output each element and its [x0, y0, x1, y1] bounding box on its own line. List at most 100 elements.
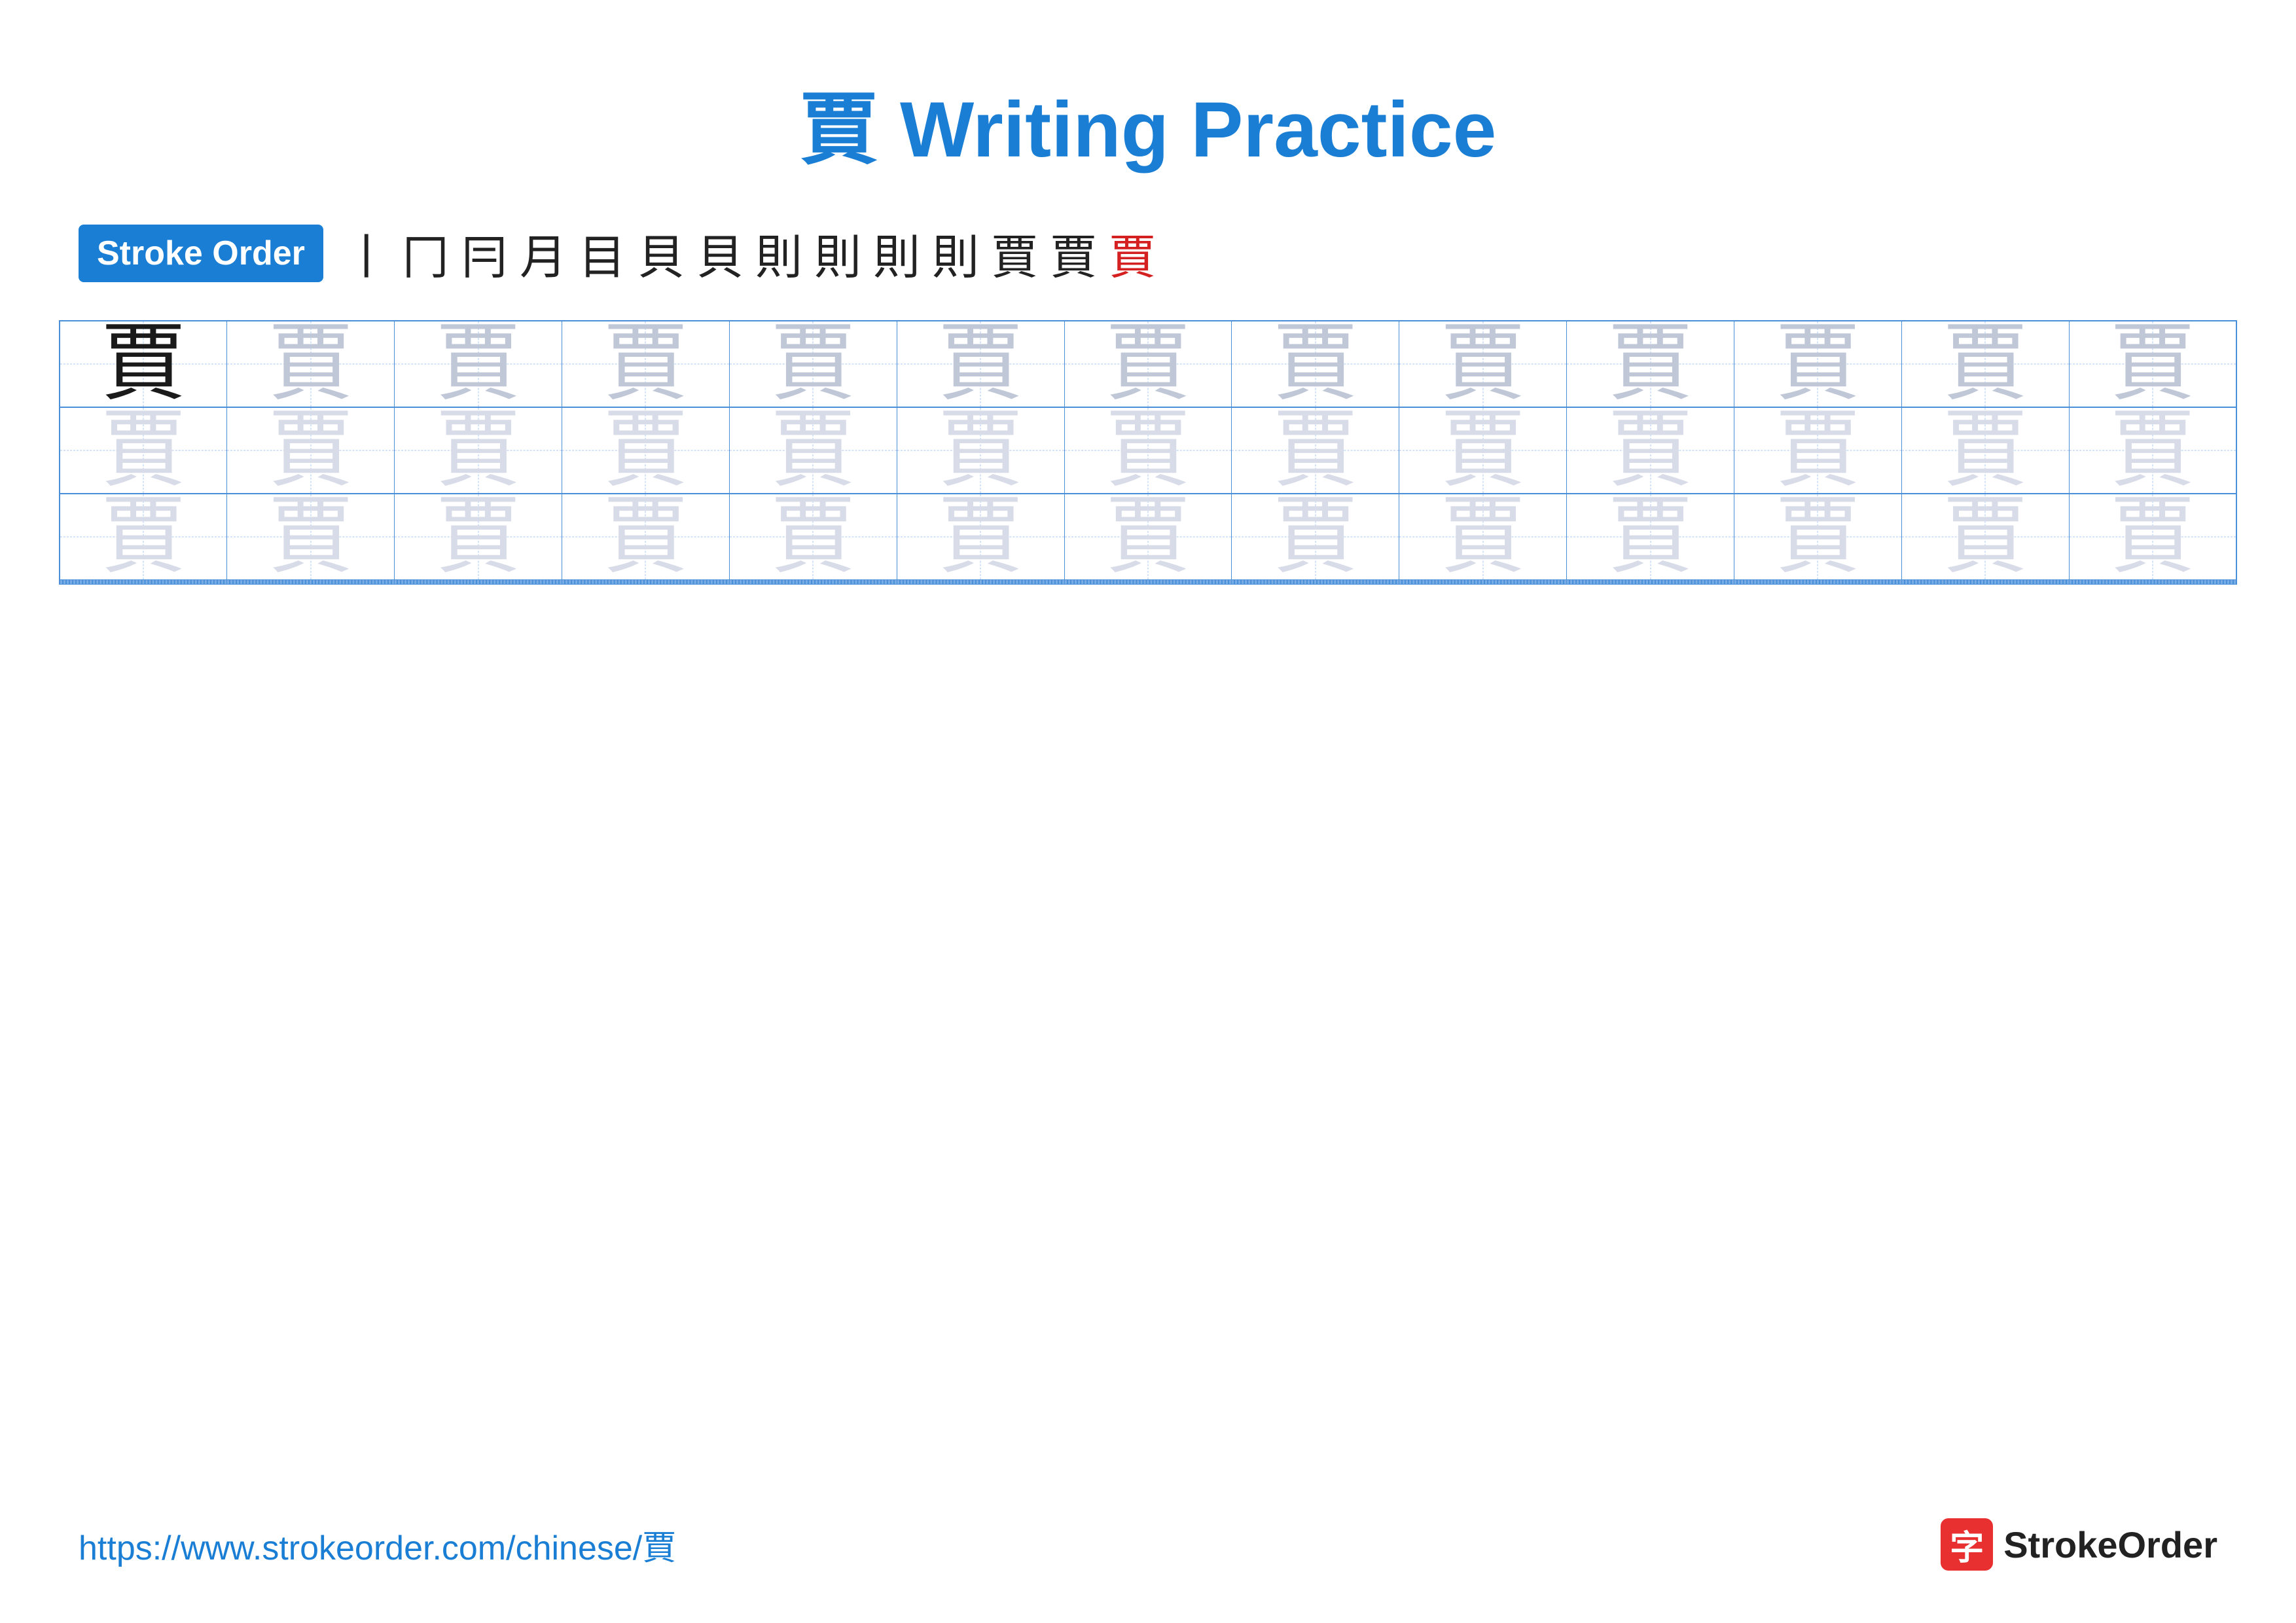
cell-character-2-3: 賈 [603, 490, 688, 584]
cell-character-0-6: 賈 [1105, 317, 1191, 411]
grid-cell-0-4[interactable]: 賈 [729, 321, 897, 407]
stroke-step-8: 則 [814, 219, 861, 287]
footer-url[interactable]: https://www.strokeorder.com/chinese/賈 [79, 1520, 676, 1569]
grid-cell-2-2[interactable]: 賈 [395, 494, 562, 580]
footer: https://www.strokeorder.com/chinese/賈 字 … [79, 1518, 2217, 1571]
grid-cell-1-10[interactable]: 賈 [1734, 407, 1901, 494]
stroke-step-12: 賈 [1050, 219, 1097, 287]
cell-character-1-7: 賈 [1273, 403, 1358, 498]
footer-logo: 字 StrokeOrder [1941, 1518, 2217, 1571]
grid-cell-1-4[interactable]: 賈 [729, 407, 897, 494]
grid-cell-1-1[interactable]: 賈 [227, 407, 395, 494]
stroke-step-4: 目 [579, 219, 626, 287]
title-character: 賈 [800, 86, 878, 173]
grid-cell-2-11[interactable]: 賈 [1901, 494, 2069, 580]
grid-cell-2-10[interactable]: 賈 [1734, 494, 1901, 580]
cell-character-2-4: 賈 [770, 490, 855, 584]
grid-cell-1-5[interactable]: 賈 [897, 407, 1064, 494]
grid-cell-2-5[interactable]: 賈 [897, 494, 1064, 580]
grid-row-0: 賈賈賈賈賈賈賈賈賈賈賈賈賈 [60, 321, 2236, 407]
grid-cell-1-7[interactable]: 賈 [1232, 407, 1399, 494]
cell-character-0-12: 賈 [2110, 317, 2195, 411]
grid-cell-2-1[interactable]: 賈 [227, 494, 395, 580]
stroke-step-6: 貝 [696, 219, 744, 287]
grid-cell-2-9[interactable]: 賈 [1567, 494, 1734, 580]
cell-character-1-8: 賈 [1441, 403, 1526, 498]
cell-character-2-9: 賈 [1608, 490, 1693, 584]
stroke-order-badge: Stroke Order [79, 225, 323, 282]
grid-cell-0-8[interactable]: 賈 [1399, 321, 1567, 407]
cell-character-2-2: 賈 [436, 490, 521, 584]
grid-row-2: 賈賈賈賈賈賈賈賈賈賈賈賈賈 [60, 494, 2236, 580]
cell-character-0-7: 賈 [1273, 317, 1358, 411]
grid-cell-0-1[interactable]: 賈 [227, 321, 395, 407]
practice-grid: 賈賈賈賈賈賈賈賈賈賈賈賈賈賈賈賈賈賈賈賈賈賈賈賈賈賈賈賈賈賈賈賈賈賈賈賈賈賈賈 [59, 320, 2237, 585]
footer-logo-text: StrokeOrder [2003, 1523, 2217, 1566]
cell-character-2-7: 賈 [1273, 490, 1358, 584]
cell-character-0-9: 賈 [1608, 317, 1693, 411]
grid-cell-1-11[interactable]: 賈 [1901, 407, 2069, 494]
cell-character-1-11: 賈 [1943, 403, 2028, 498]
cell-character-0-1: 賈 [268, 317, 353, 411]
grid-cell-0-10[interactable]: 賈 [1734, 321, 1901, 407]
cell-character-0-10: 賈 [1775, 317, 1860, 411]
grid-row-1: 賈賈賈賈賈賈賈賈賈賈賈賈賈 [60, 407, 2236, 494]
stroke-step-9: 則 [873, 219, 920, 287]
cell-character-1-0: 賈 [101, 403, 186, 498]
grid-cell-1-0[interactable]: 賈 [60, 407, 227, 494]
stroke-step-0: 丨 [343, 219, 390, 287]
cell-character-0-5: 賈 [938, 317, 1023, 411]
grid-cell-0-0[interactable]: 賈 [60, 321, 227, 407]
cell-character-2-12: 賈 [2110, 490, 2195, 584]
grid-cell-1-3[interactable]: 賈 [562, 407, 730, 494]
grid-cell-0-11[interactable]: 賈 [1901, 321, 2069, 407]
grid-cell-1-12[interactable]: 賈 [2069, 407, 2236, 494]
grid-cell-0-3[interactable]: 賈 [562, 321, 730, 407]
grid-cell-0-5[interactable]: 賈 [897, 321, 1064, 407]
stroke-step-13: 賈 [1109, 219, 1156, 287]
cell-character-0-0: 賈 [101, 317, 186, 411]
cell-character-0-2: 賈 [436, 317, 521, 411]
cell-character-0-4: 賈 [770, 317, 855, 411]
title-text: Writing Practice [878, 86, 1497, 173]
grid-cell-2-4[interactable]: 賈 [729, 494, 897, 580]
stroke-steps: 丨冂冃月目貝貝則則則則賈賈賈 [343, 219, 1156, 287]
cell-character-1-2: 賈 [436, 403, 521, 498]
cell-character-1-4: 賈 [770, 403, 855, 498]
grid-cell-1-8[interactable]: 賈 [1399, 407, 1567, 494]
page-title: 賈 Writing Practice [0, 0, 2296, 179]
grid-cell-2-12[interactable]: 賈 [2069, 494, 2236, 580]
grid-cell-0-6[interactable]: 賈 [1064, 321, 1232, 407]
grid-cell-2-0[interactable]: 賈 [60, 494, 227, 580]
cell-character-2-5: 賈 [938, 490, 1023, 584]
grid-cell-2-7[interactable]: 賈 [1232, 494, 1399, 580]
grid-cell-0-12[interactable]: 賈 [2069, 321, 2236, 407]
grid-cell-1-9[interactable]: 賈 [1567, 407, 1734, 494]
cell-character-1-1: 賈 [268, 403, 353, 498]
grid-cell-0-2[interactable]: 賈 [395, 321, 562, 407]
cell-character-1-6: 賈 [1105, 403, 1191, 498]
cell-character-1-10: 賈 [1775, 403, 1860, 498]
grid-cell-1-6[interactable]: 賈 [1064, 407, 1232, 494]
footer-logo-icon: 字 [1941, 1518, 1993, 1571]
grid-cell-2-6[interactable]: 賈 [1064, 494, 1232, 580]
grid-cell-0-9[interactable]: 賈 [1567, 321, 1734, 407]
cell-character-2-8: 賈 [1441, 490, 1526, 584]
stroke-step-3: 月 [520, 219, 567, 287]
stroke-step-2: 冃 [461, 219, 508, 287]
cell-character-2-11: 賈 [1943, 490, 2028, 584]
cell-character-1-5: 賈 [938, 403, 1023, 498]
cell-character-1-9: 賈 [1608, 403, 1693, 498]
grid-cell-0-7[interactable]: 賈 [1232, 321, 1399, 407]
cell-character-2-0: 賈 [101, 490, 186, 584]
stroke-step-1: 冂 [402, 219, 449, 287]
cell-character-0-8: 賈 [1441, 317, 1526, 411]
practice-grid-container: 賈賈賈賈賈賈賈賈賈賈賈賈賈賈賈賈賈賈賈賈賈賈賈賈賈賈賈賈賈賈賈賈賈賈賈賈賈賈賈 [0, 320, 2296, 585]
grid-cell-1-2[interactable]: 賈 [395, 407, 562, 494]
cell-character-0-3: 賈 [603, 317, 688, 411]
cell-character-1-12: 賈 [2110, 403, 2195, 498]
grid-cell-2-3[interactable]: 賈 [562, 494, 730, 580]
grid-cell-2-8[interactable]: 賈 [1399, 494, 1567, 580]
cell-character-1-3: 賈 [603, 403, 688, 498]
stroke-step-11: 賈 [991, 219, 1038, 287]
